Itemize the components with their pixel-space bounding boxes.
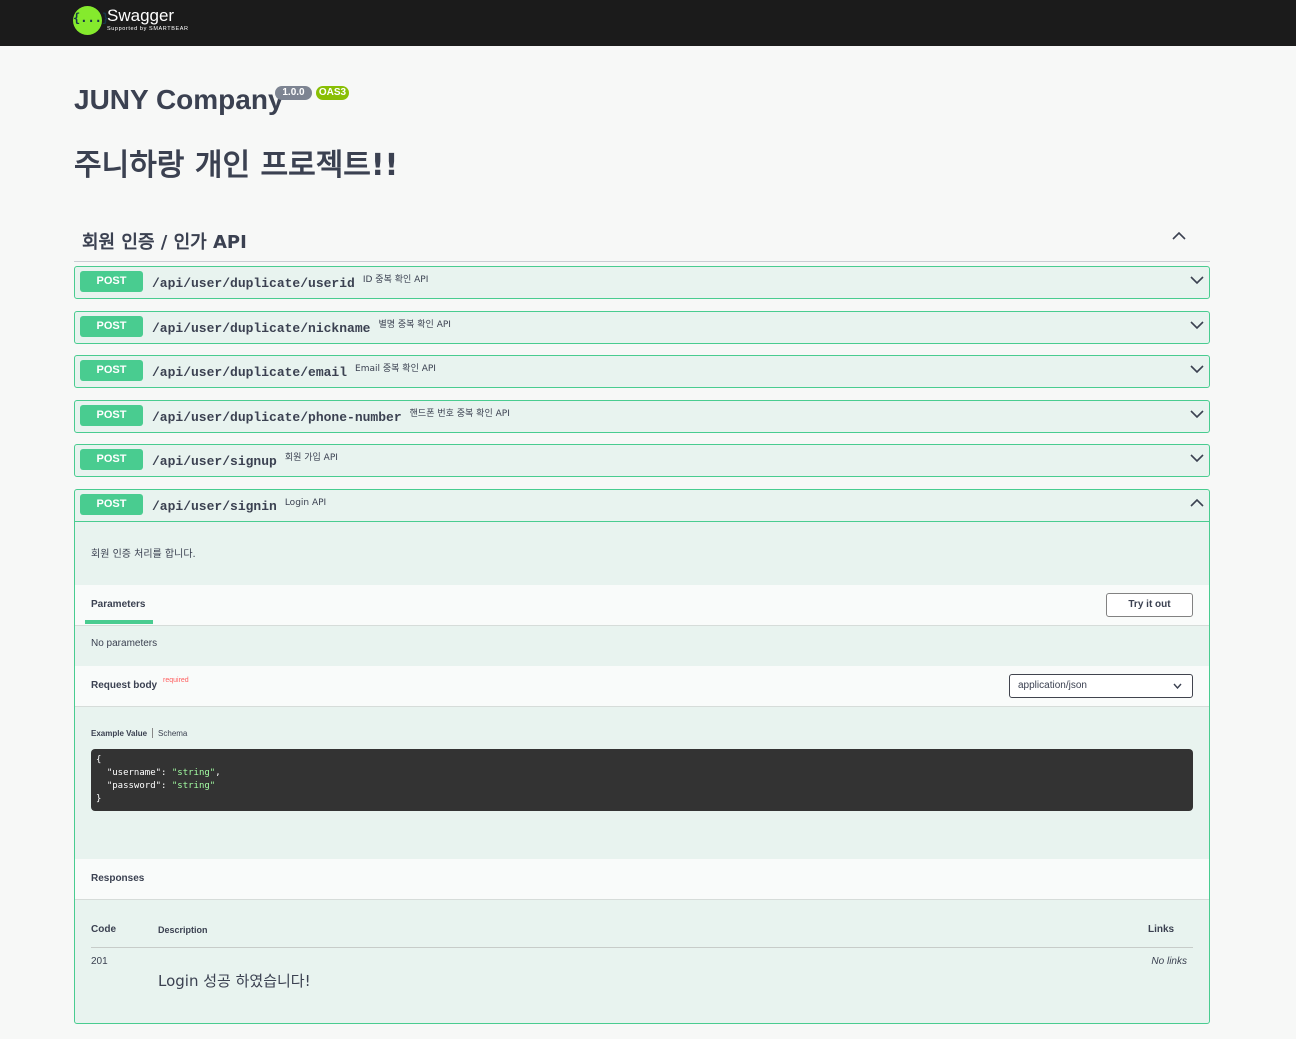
code-line: { (96, 755, 102, 765)
operation-signin: POST /api/user/signin Login API 회원 인증 처리를… (74, 489, 1210, 1024)
operation-summary: Login API (284, 498, 327, 508)
operation-path: /api/user/duplicate/phone-number (152, 410, 402, 425)
tab-parameters[interactable]: Parameters (91, 599, 145, 610)
responses-label: Responses (91, 873, 145, 884)
swagger-logo-icon: {...} (73, 6, 109, 35)
api-description: 주니하랑 개인 프로젝트!! (74, 148, 399, 183)
column-header-links: Links (1148, 924, 1175, 935)
code-line: "username": "string", (106, 768, 221, 778)
chevron-down-icon[interactable] (1190, 364, 1204, 374)
content-type-value: application/json (1018, 680, 1087, 691)
operation-path: /api/user/signup (152, 454, 277, 469)
no-parameters-text: No parameters (91, 638, 158, 649)
table-divider (91, 947, 1193, 948)
operation-duplicate-nickname[interactable]: POST /api/user/duplicate/nickname 별명 중복 확… (74, 311, 1210, 344)
column-header-description: Description (158, 925, 208, 935)
operation-duplicate-userid[interactable]: POST /api/user/duplicate/userid ID 중복 확인 … (74, 266, 1210, 299)
tab-schema[interactable]: Schema (158, 729, 187, 738)
chevron-up-icon[interactable] (1172, 231, 1186, 241)
operation-path: /api/user/duplicate/userid (152, 276, 355, 291)
method-badge: POST (80, 271, 143, 292)
code-line: "password": "string" (106, 781, 216, 791)
code-line: } (96, 794, 102, 804)
operation-path: /api/user/signin (152, 499, 277, 514)
operation-summary: 핸드폰 번호 중복 확인 API (409, 409, 510, 419)
chevron-down-icon[interactable] (1190, 275, 1204, 285)
method-badge: POST (80, 449, 143, 470)
topbar: {...} Swagger Supported by SMARTBEAR (0, 0, 1296, 46)
operation-summary: Email 중복 확인 API (355, 364, 436, 374)
operation-duplicate-phone-number[interactable]: POST /api/user/duplicate/phone-number 핸드폰… (74, 400, 1210, 433)
example-json-block[interactable]: { "username": "string", "password": "str… (91, 749, 1193, 811)
logo-sub: Supported by SMARTBEAR (107, 26, 189, 32)
try-it-out-button[interactable]: Try it out (1106, 593, 1193, 617)
version-badge: 1.0.0 (275, 86, 312, 100)
json-key: "password" (106, 781, 162, 791)
chevron-up-icon[interactable] (1190, 498, 1204, 508)
column-header-code: Code (91, 924, 116, 935)
operation-signup[interactable]: POST /api/user/signup 회원 가입 API (74, 444, 1210, 477)
operation-path: /api/user/duplicate/nickname (152, 321, 371, 336)
operation-description: 회원 인증 처리를 합니다. (91, 549, 196, 560)
response-description: Login 성공 하였습니다! (158, 972, 311, 990)
operation-summary: ID 중복 확인 API (362, 275, 429, 285)
content-type-select[interactable]: application/json (1009, 674, 1193, 698)
tag-title: 회원 인증 / 인가 API (82, 232, 247, 253)
operation-path: /api/user/duplicate/email (152, 365, 348, 380)
tag-header[interactable]: 회원 인증 / 인가 API (74, 222, 1210, 262)
operation-signin-header[interactable]: POST /api/user/signin Login API (75, 490, 1209, 522)
example-tabs: Example Value Schema (91, 728, 187, 738)
request-body-label: Request body (91, 680, 158, 691)
chevron-down-icon[interactable] (1190, 409, 1204, 419)
json-value: "string" (171, 781, 216, 791)
tab-separator (152, 728, 154, 738)
method-badge: POST (80, 316, 143, 337)
parameters-section-header: Parameters Try it out (75, 585, 1209, 626)
oas-badge: OAS3 (316, 86, 349, 100)
api-title: JUNY Company (74, 84, 284, 115)
request-body-header: Request body required application/json (75, 666, 1209, 707)
operation-summary: 별명 중복 확인 API (378, 320, 451, 330)
operation-duplicate-email[interactable]: POST /api/user/duplicate/email Email 중복 확… (74, 355, 1210, 388)
responses-header: Responses (75, 859, 1209, 900)
logo-name: Swagger (107, 6, 175, 25)
method-badge: POST (80, 494, 143, 515)
chevron-down-icon[interactable] (1190, 453, 1204, 463)
json-value: "string" (171, 768, 216, 778)
chevron-down-icon (1173, 683, 1182, 689)
tab-example-value[interactable]: Example Value (91, 729, 147, 738)
required-marker: required (163, 677, 189, 684)
swagger-logo[interactable]: {...} Swagger Supported by SMARTBEAR (73, 6, 189, 35)
method-badge: POST (80, 360, 143, 381)
chevron-down-icon[interactable] (1190, 320, 1204, 330)
operation-summary: 회원 가입 API (284, 453, 338, 463)
response-code: 201 (91, 956, 108, 967)
json-key: "username" (106, 768, 162, 778)
tab-active-indicator (85, 620, 153, 624)
response-links: No links (1151, 956, 1187, 967)
method-badge: POST (80, 405, 143, 426)
